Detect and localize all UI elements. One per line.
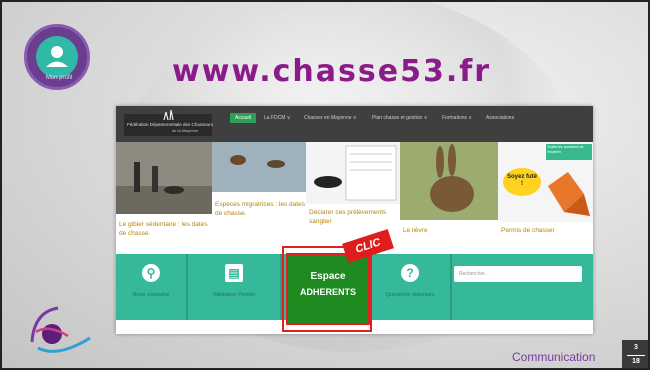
user-badge-caption: Mon profil [45, 75, 73, 81]
logo-line1: Fédération Départementale des Chasseurs [127, 122, 214, 127]
nav-item-home[interactable]: Accueil [230, 113, 257, 123]
site-title: www.chasse53.fr [172, 54, 492, 89]
ducks-photo [212, 142, 306, 192]
tile-bubble: Soyez futé ! [506, 174, 537, 187]
quicklink-questions-reponses[interactable]: ? Questions réponses [370, 254, 452, 320]
nav-item-fdcm[interactable]: La FDCM ∨ [264, 113, 290, 123]
website-search-input[interactable]: Rechercher... [454, 266, 582, 282]
tile-gibier-sedentaire[interactable]: Le gibier sédentaire : les dates de chas… [116, 142, 212, 248]
logo-line2: de la Mayenne [172, 128, 199, 133]
user-icon [36, 36, 78, 78]
user-badge[interactable]: Mon profil [24, 24, 90, 90]
question-icon: ? [401, 264, 419, 282]
swirl-logo-icon [30, 306, 91, 353]
quicklink-nous-connaitre[interactable]: ⚲ Nous connaitre [116, 254, 188, 320]
page-number: 3 18 [622, 340, 648, 368]
tile-caption: Le lièvre [403, 227, 428, 234]
footer-label: Communication [512, 350, 596, 364]
presentation-slide: Mon profil www.chasse53.fr Fédération Dé… [0, 0, 650, 370]
page-divider [627, 355, 645, 356]
quicklink-validation-permis[interactable]: ▤ Validation Permis [188, 254, 282, 320]
tile-lievre[interactable]: Le lièvre [400, 142, 498, 248]
page-current: 3 [634, 344, 638, 351]
website-navbar: Fédération Départementale des Chasseurs … [116, 106, 593, 142]
nav-item-formations[interactable]: Formations ∨ [442, 113, 472, 123]
tile-permis[interactable]: Toutes les questions de l'examen Soyez f… [498, 142, 593, 248]
tile-especes-migratrices[interactable]: Espèces migratrices : les dates de chass… [212, 142, 306, 248]
tile-caption: Le gibier sédentaire : les dates de chas… [119, 221, 208, 237]
nav-item-chasser[interactable]: Chasser en Mayenne ∨ [304, 113, 357, 123]
hunter-photo [116, 142, 212, 214]
page-total: 18 [632, 358, 640, 365]
tile-caption: Espèces migratrices : les dates de chass… [215, 201, 305, 217]
quicklink-label: Nous connaitre [132, 292, 170, 298]
quicklink-label: Validation Permis [212, 292, 256, 298]
nav-item-associations[interactable]: Associations [486, 113, 514, 123]
website-logo[interactable]: Fédération Départementale des Chasseurs … [124, 109, 214, 136]
website-tiles: Le gibier sédentaire : les dates de chas… [116, 142, 593, 248]
tile-caption: Déclarer ces prélèvements sanglier [309, 209, 387, 225]
form-document-photo [306, 142, 400, 204]
hunter-silhouette-icon [163, 109, 174, 120]
tile-badge: Toutes les questions de l'examen [547, 145, 584, 154]
quicklink-label: Questions réponses [385, 292, 435, 298]
location-pin-icon: ⚲ [142, 264, 160, 282]
tile-caption: Permis de chasser [501, 227, 555, 234]
document-icon: ▤ [225, 264, 243, 282]
nav-item-plan-chasse[interactable]: Plan chasse et gestion ∨ [372, 113, 427, 123]
hare-photo [400, 142, 498, 220]
